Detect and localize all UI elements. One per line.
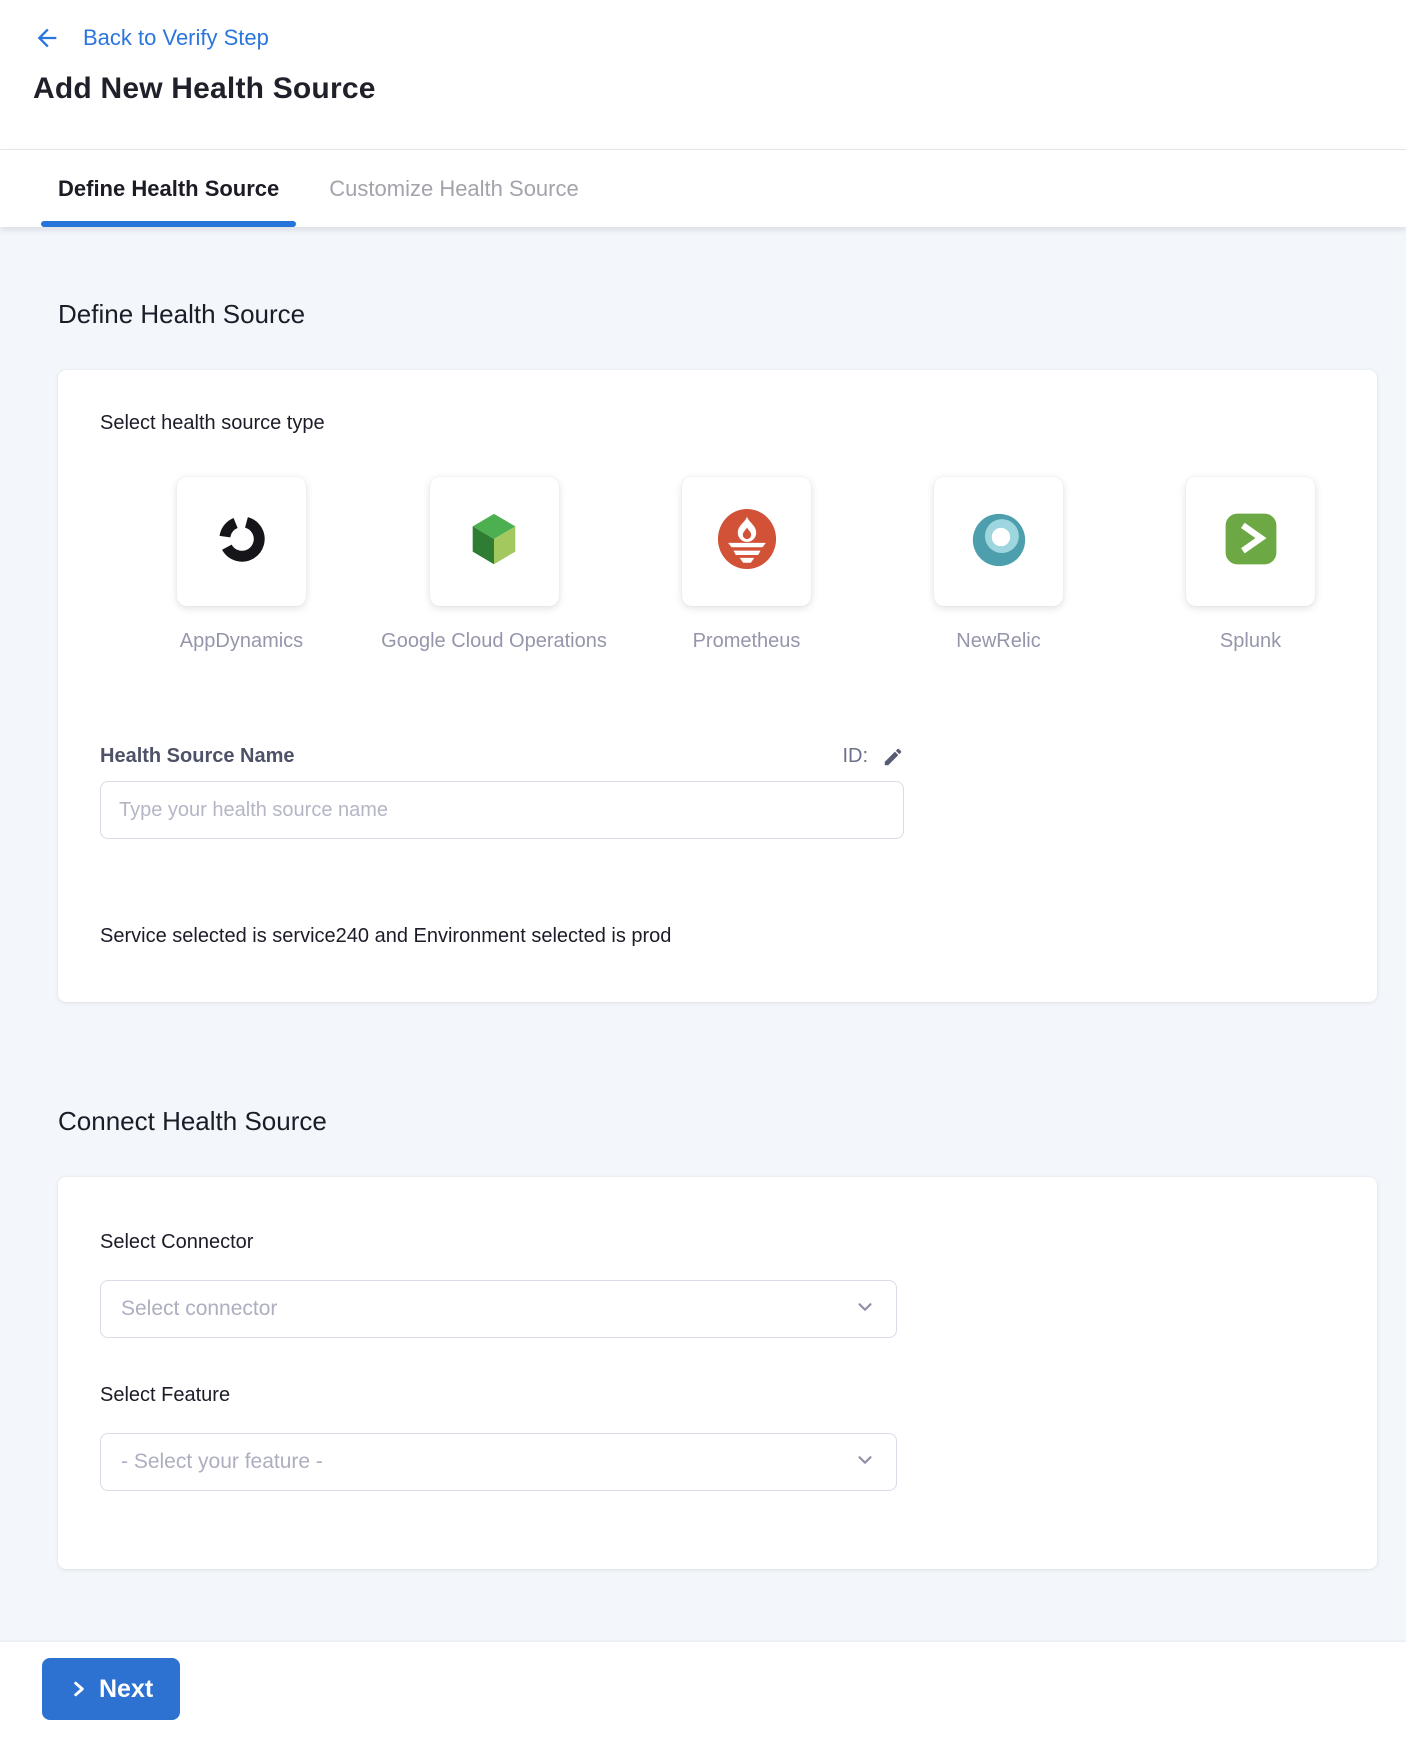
source-type-newrelic: NewRelic xyxy=(914,477,1083,653)
page-header: Back to Verify Step Add New Health Sourc… xyxy=(0,0,1406,150)
chevron-down-icon xyxy=(854,1449,876,1476)
select-feature-label: Select Feature xyxy=(100,1384,1335,1407)
source-type-label: AppDynamics xyxy=(180,630,303,653)
select-connector-label: Select Connector xyxy=(100,1231,1335,1254)
id-label: ID: xyxy=(842,745,868,768)
back-link[interactable]: Back to Verify Step xyxy=(83,25,269,51)
appdynamics-card[interactable] xyxy=(177,477,306,606)
define-section-heading: Define Health Source xyxy=(58,227,1377,330)
newrelic-card[interactable] xyxy=(934,477,1063,606)
connect-section-heading: Connect Health Source xyxy=(58,1106,1377,1137)
back-arrow-icon[interactable] xyxy=(33,24,61,52)
appdynamics-icon xyxy=(213,510,271,573)
health-source-name-label: Health Source Name xyxy=(100,745,295,768)
source-type-label: Prometheus xyxy=(693,630,801,653)
tab-label: Customize Health Source xyxy=(329,176,578,202)
health-source-name-input[interactable] xyxy=(100,781,904,839)
source-type-row: AppDynamics Google Cloud Operations xyxy=(157,477,1335,653)
feature-select[interactable]: - Select your feature - xyxy=(100,1433,897,1491)
health-source-name-field: Health Source Name ID: xyxy=(100,745,904,839)
source-type-label: Google Cloud Operations xyxy=(381,630,607,653)
source-type-label: NewRelic xyxy=(956,630,1040,653)
tab-customize-health-source[interactable]: Customize Health Source xyxy=(329,150,578,227)
splunk-card[interactable] xyxy=(1186,477,1315,606)
source-type-google-cloud-operations: Google Cloud Operations xyxy=(409,477,579,653)
source-type-label: Splunk xyxy=(1220,630,1281,653)
newrelic-icon xyxy=(968,508,1030,575)
prometheus-icon xyxy=(716,508,778,575)
next-button-label: Next xyxy=(99,1675,153,1704)
main-content: Define Health Source Select health sourc… xyxy=(0,227,1406,1642)
footer-bar: Next xyxy=(0,1642,1406,1736)
id-group: ID: xyxy=(842,745,904,768)
active-tab-underline xyxy=(41,221,296,227)
page-title: Add New Health Source xyxy=(33,72,1406,106)
source-type-prometheus: Prometheus xyxy=(662,477,831,653)
connector-select-placeholder: Select connector xyxy=(121,1297,277,1321)
edit-id-icon[interactable] xyxy=(882,746,904,768)
select-source-type-label: Select health source type xyxy=(100,412,1335,435)
connect-health-source-card: Select Connector Select connector Select… xyxy=(58,1177,1377,1569)
source-type-appdynamics: AppDynamics xyxy=(157,477,326,653)
next-button[interactable]: Next xyxy=(42,1658,180,1720)
chevron-down-icon xyxy=(854,1296,876,1323)
google-cloud-operations-icon xyxy=(463,508,525,575)
chevron-right-icon xyxy=(69,1679,89,1699)
splunk-icon xyxy=(1222,510,1280,573)
source-type-splunk: Splunk xyxy=(1166,477,1335,653)
tab-define-health-source[interactable]: Define Health Source xyxy=(58,150,279,227)
back-row: Back to Verify Step xyxy=(33,24,1406,52)
connector-select[interactable]: Select connector xyxy=(100,1280,897,1338)
tab-label: Define Health Source xyxy=(58,176,279,202)
google-cloud-operations-card[interactable] xyxy=(430,477,559,606)
prometheus-card[interactable] xyxy=(682,477,811,606)
feature-select-placeholder: - Select your feature - xyxy=(121,1450,323,1474)
selection-note: Service selected is service240 and Envir… xyxy=(100,925,1335,948)
define-health-source-card: Select health source type AppDynamics xyxy=(58,370,1377,1002)
tab-bar: Define Health Source Customize Health So… xyxy=(0,150,1406,227)
